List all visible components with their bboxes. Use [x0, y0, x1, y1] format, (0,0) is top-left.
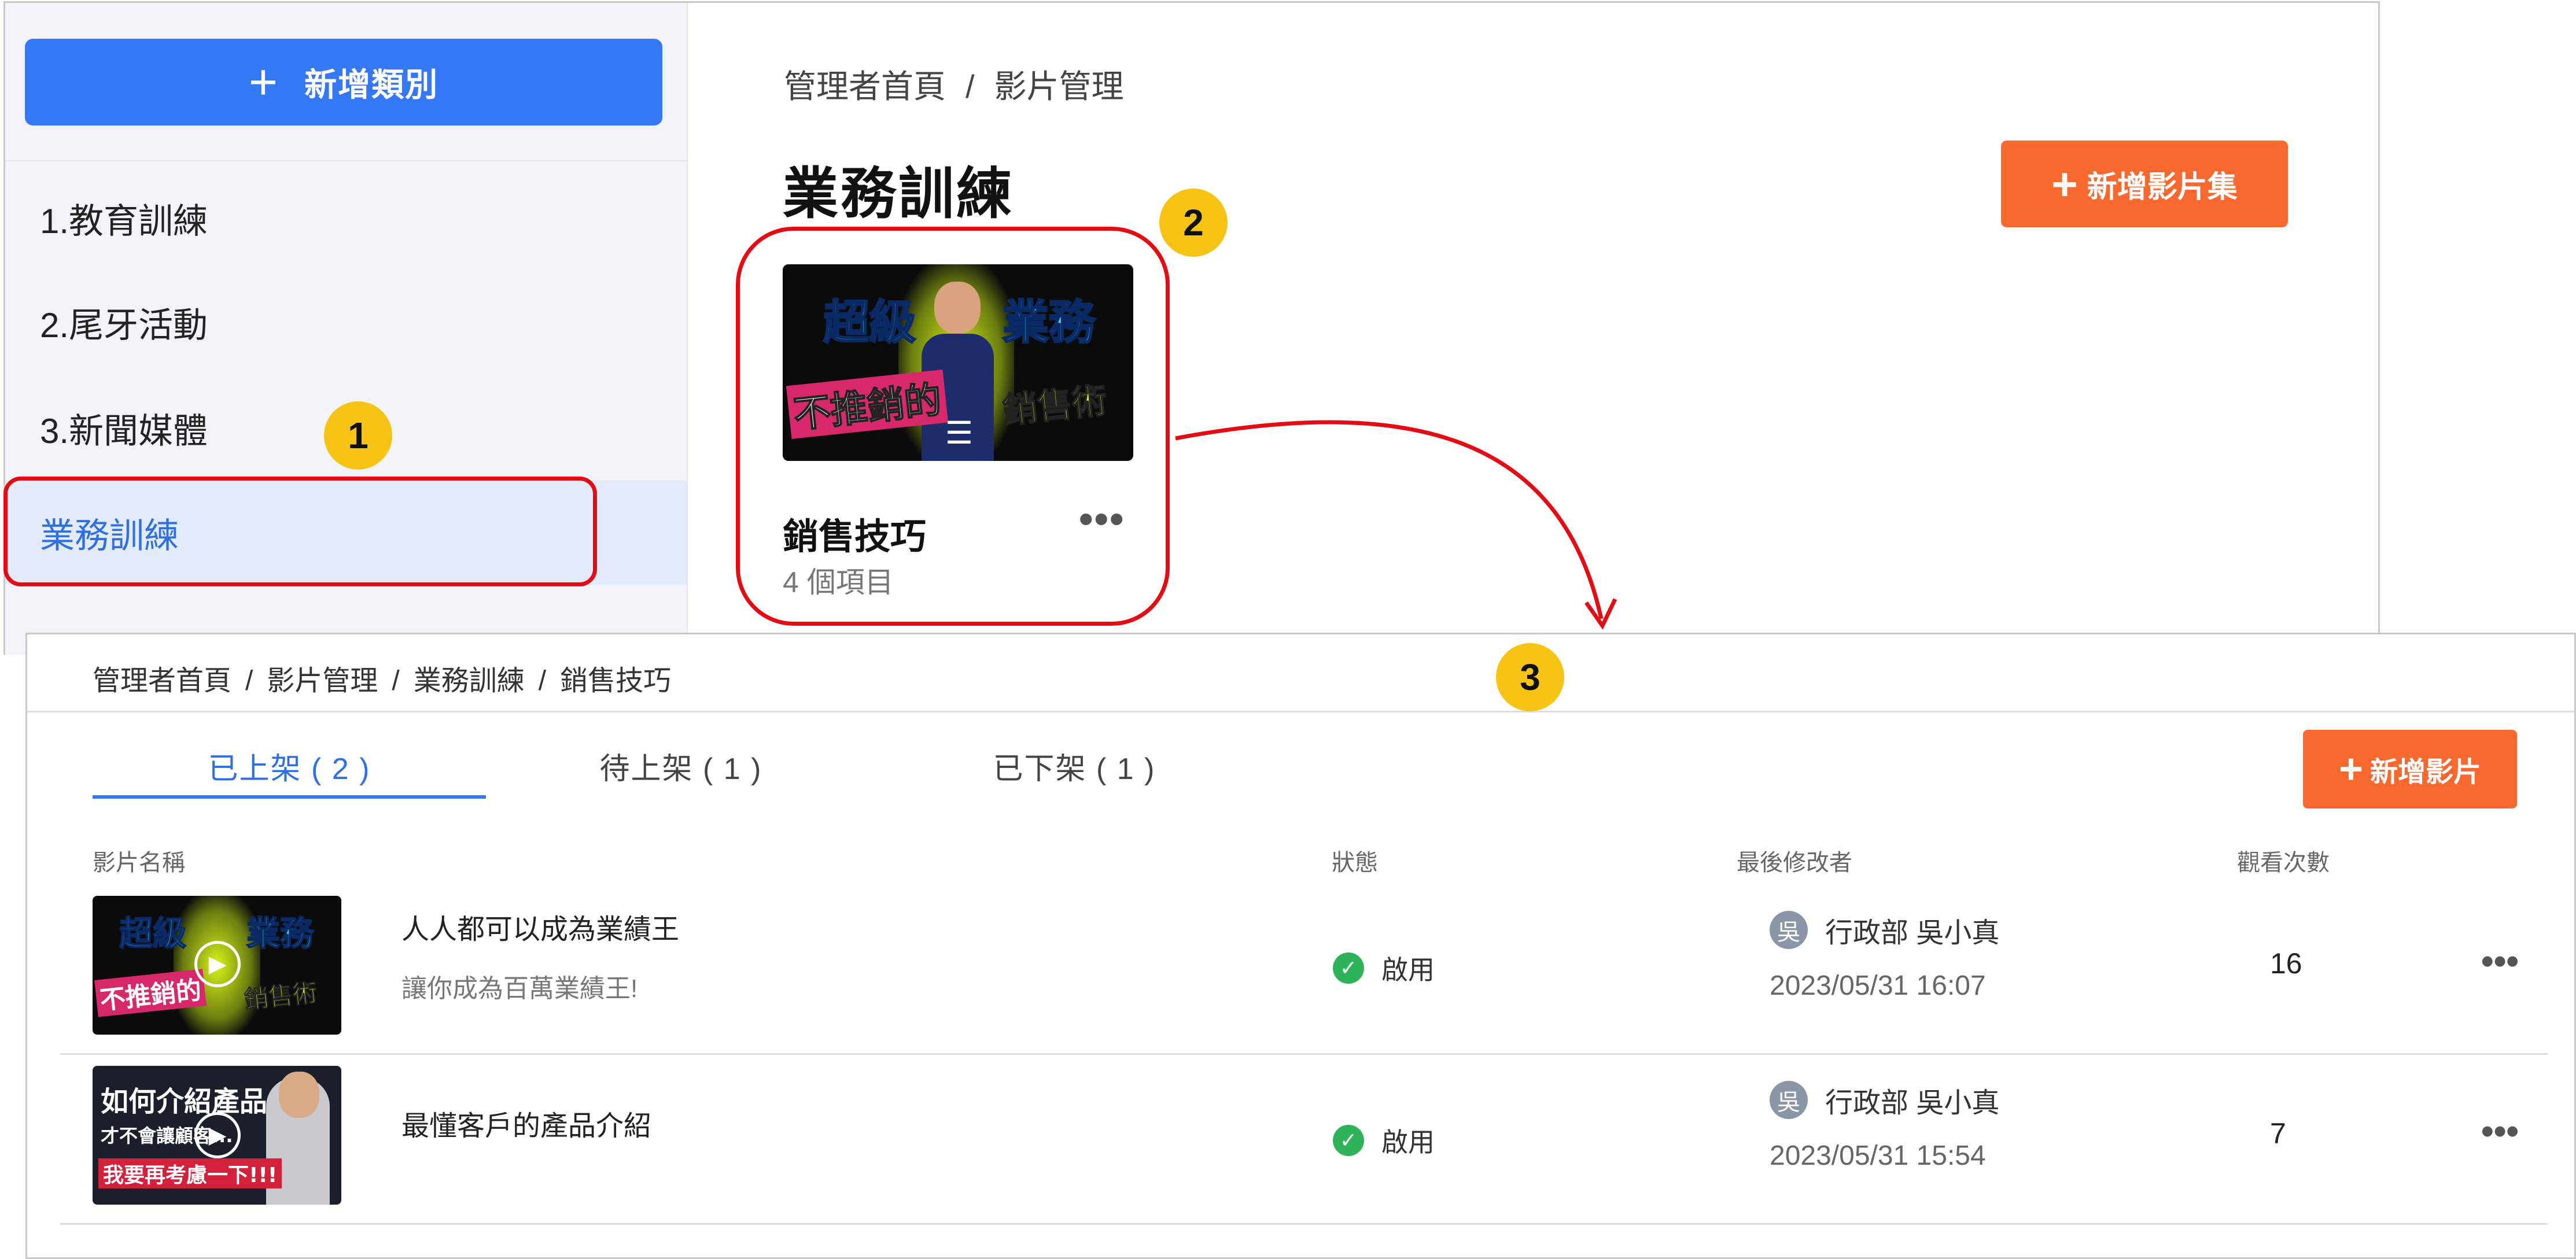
arrow-line	[1175, 420, 1604, 619]
annotation-arrow	[1175, 420, 1617, 630]
